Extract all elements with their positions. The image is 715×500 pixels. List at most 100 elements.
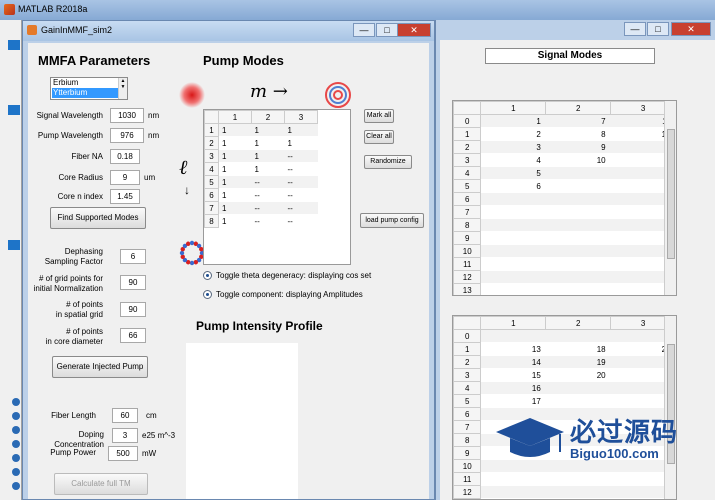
table-cell[interactable] — [480, 270, 546, 284]
table-cell[interactable] — [480, 231, 546, 245]
table-cell[interactable]: 1 — [284, 123, 318, 137]
row-header[interactable]: 3 — [453, 153, 482, 167]
row-header[interactable]: 13 — [453, 283, 482, 295]
table-cell[interactable]: 1 — [218, 136, 252, 150]
table-cell[interactable]: -- — [251, 175, 285, 189]
table-cell[interactable] — [480, 205, 546, 219]
minimize-button[interactable]: — — [353, 23, 375, 37]
signal-table-2[interactable]: 1230113182121419315204165176789101112131… — [452, 315, 677, 500]
row-header[interactable]: 5 — [204, 175, 219, 189]
table-cell[interactable] — [545, 472, 611, 486]
table-cell[interactable]: 1 — [218, 214, 252, 228]
table-row[interactable]: 6 1 -- -- — [204, 188, 318, 202]
table-cell[interactable]: 5 — [480, 166, 546, 180]
table-cell[interactable]: 6 — [480, 179, 546, 193]
table-row[interactable]: 13 — [453, 283, 676, 295]
row-header[interactable]: 9 — [453, 446, 482, 460]
clear-all-button[interactable]: Clear all — [364, 130, 394, 144]
row-header[interactable]: 7 — [453, 420, 482, 434]
table-cell[interactable]: 17 — [480, 394, 546, 408]
table-cell[interactable]: -- — [284, 162, 318, 176]
table-cell[interactable] — [545, 192, 611, 206]
core-radius-field[interactable]: 9 — [110, 170, 140, 185]
workspace-variable-icon[interactable] — [12, 398, 20, 406]
table-row[interactable]: 10 — [453, 244, 676, 258]
table-cell[interactable]: -- — [251, 188, 285, 202]
table-cell[interactable]: -- — [284, 188, 318, 202]
table-row[interactable]: 1111 — [204, 123, 318, 137]
table-cell[interactable]: 8 — [545, 127, 611, 141]
toolstrip-tab[interactable] — [8, 240, 20, 250]
workspace-variable-icon[interactable] — [12, 440, 20, 448]
pump-wavelength-field[interactable]: 976 — [110, 128, 144, 143]
table-cell[interactable]: -- — [284, 214, 318, 228]
table-row[interactable]: 12 — [453, 485, 676, 499]
table-cell[interactable]: 10 — [545, 153, 611, 167]
table-cell[interactable]: 16 — [480, 381, 546, 395]
table-row[interactable]: 2 14 19 — [453, 355, 676, 369]
row-header[interactable]: 1 — [204, 123, 219, 137]
table-cell[interactable] — [545, 381, 611, 395]
core-index-field[interactable]: 1.45 — [110, 189, 140, 204]
listbox-scrollbar[interactable]: ▲ ▼ — [118, 78, 127, 99]
table-row[interactable]: 11 — [453, 472, 676, 486]
table-cell[interactable]: 1 — [218, 201, 252, 215]
table-cell[interactable] — [545, 231, 611, 245]
row-header[interactable]: 6 — [453, 192, 482, 206]
list-item[interactable]: Erbium — [52, 78, 118, 88]
close-button[interactable]: ✕ — [671, 22, 711, 36]
table-row[interactable]: 3 15 20 — [453, 368, 676, 382]
table-row[interactable]: 5 17 — [453, 394, 676, 408]
table-cell[interactable]: 2 — [480, 127, 546, 141]
table-row[interactable]: 12812 — [453, 127, 676, 141]
row-header[interactable]: 11 — [453, 257, 482, 271]
table-cell[interactable]: 18 — [545, 342, 611, 356]
toolstrip-tab[interactable] — [8, 105, 20, 115]
doping-field[interactable]: 3 — [112, 428, 138, 443]
row-header[interactable]: 8 — [453, 433, 482, 447]
table-row[interactable]: 45 — [453, 166, 676, 180]
column-header[interactable]: 2 — [251, 110, 285, 124]
maximize-button[interactable]: □ — [647, 22, 669, 36]
row-header[interactable]: 5 — [453, 179, 482, 193]
table-row[interactable]: 5 1 -- -- — [204, 175, 318, 189]
table-row[interactable]: 8 1 -- -- — [204, 214, 318, 228]
signal-table-1[interactable]: 12301711128122393410455667891011121314 — [452, 100, 677, 296]
column-header[interactable]: 2 — [545, 316, 612, 330]
core-points-field[interactable]: 66 — [120, 328, 146, 343]
row-header[interactable]: 5 — [453, 394, 482, 408]
workspace-variable-icon[interactable] — [12, 412, 20, 420]
table-cell[interactable] — [480, 472, 546, 486]
column-header[interactable]: 1 — [480, 316, 547, 330]
load-pump-config-button[interactable]: load pump config — [360, 213, 424, 228]
row-header[interactable]: 6 — [204, 188, 219, 202]
table-row[interactable]: 9 — [453, 231, 676, 245]
row-header[interactable]: 6 — [453, 407, 482, 421]
column-header[interactable]: 1 — [480, 101, 547, 115]
table-cell[interactable]: 1 — [218, 188, 252, 202]
list-item-selected[interactable]: Ytterbium — [52, 88, 118, 98]
table-row[interactable]: 3 1 1 -- — [204, 149, 318, 163]
table-row[interactable]: 3 4 10 — [453, 153, 676, 167]
table-cell[interactable]: 13 — [480, 342, 546, 356]
table-cell[interactable]: 7 — [545, 114, 611, 128]
row-header[interactable]: 12 — [453, 270, 482, 284]
table-cell[interactable]: 4 — [480, 153, 546, 167]
table-row[interactable]: 8 — [453, 218, 676, 232]
table-cell[interactable]: -- — [251, 201, 285, 215]
scrollbar-thumb[interactable] — [667, 129, 675, 259]
table-cell[interactable]: -- — [251, 214, 285, 228]
row-header[interactable]: 0 — [453, 114, 482, 128]
toggle-component-radio[interactable] — [203, 290, 212, 299]
table-row[interactable]: 239 — [453, 140, 676, 154]
fiber-length-field[interactable]: 60 — [112, 408, 138, 423]
table-row[interactable]: 11 — [453, 257, 676, 271]
row-header[interactable]: 8 — [453, 218, 482, 232]
workspace-variable-icon[interactable] — [12, 482, 20, 490]
generate-injected-pump-button[interactable]: Generate Injected Pump — [52, 356, 148, 378]
table-row[interactable]: 0 — [453, 329, 676, 343]
table-cell[interactable] — [545, 394, 611, 408]
randomize-button[interactable]: Randomize — [364, 155, 412, 169]
close-button[interactable]: ✕ — [397, 23, 431, 37]
table-cell[interactable] — [545, 179, 611, 193]
